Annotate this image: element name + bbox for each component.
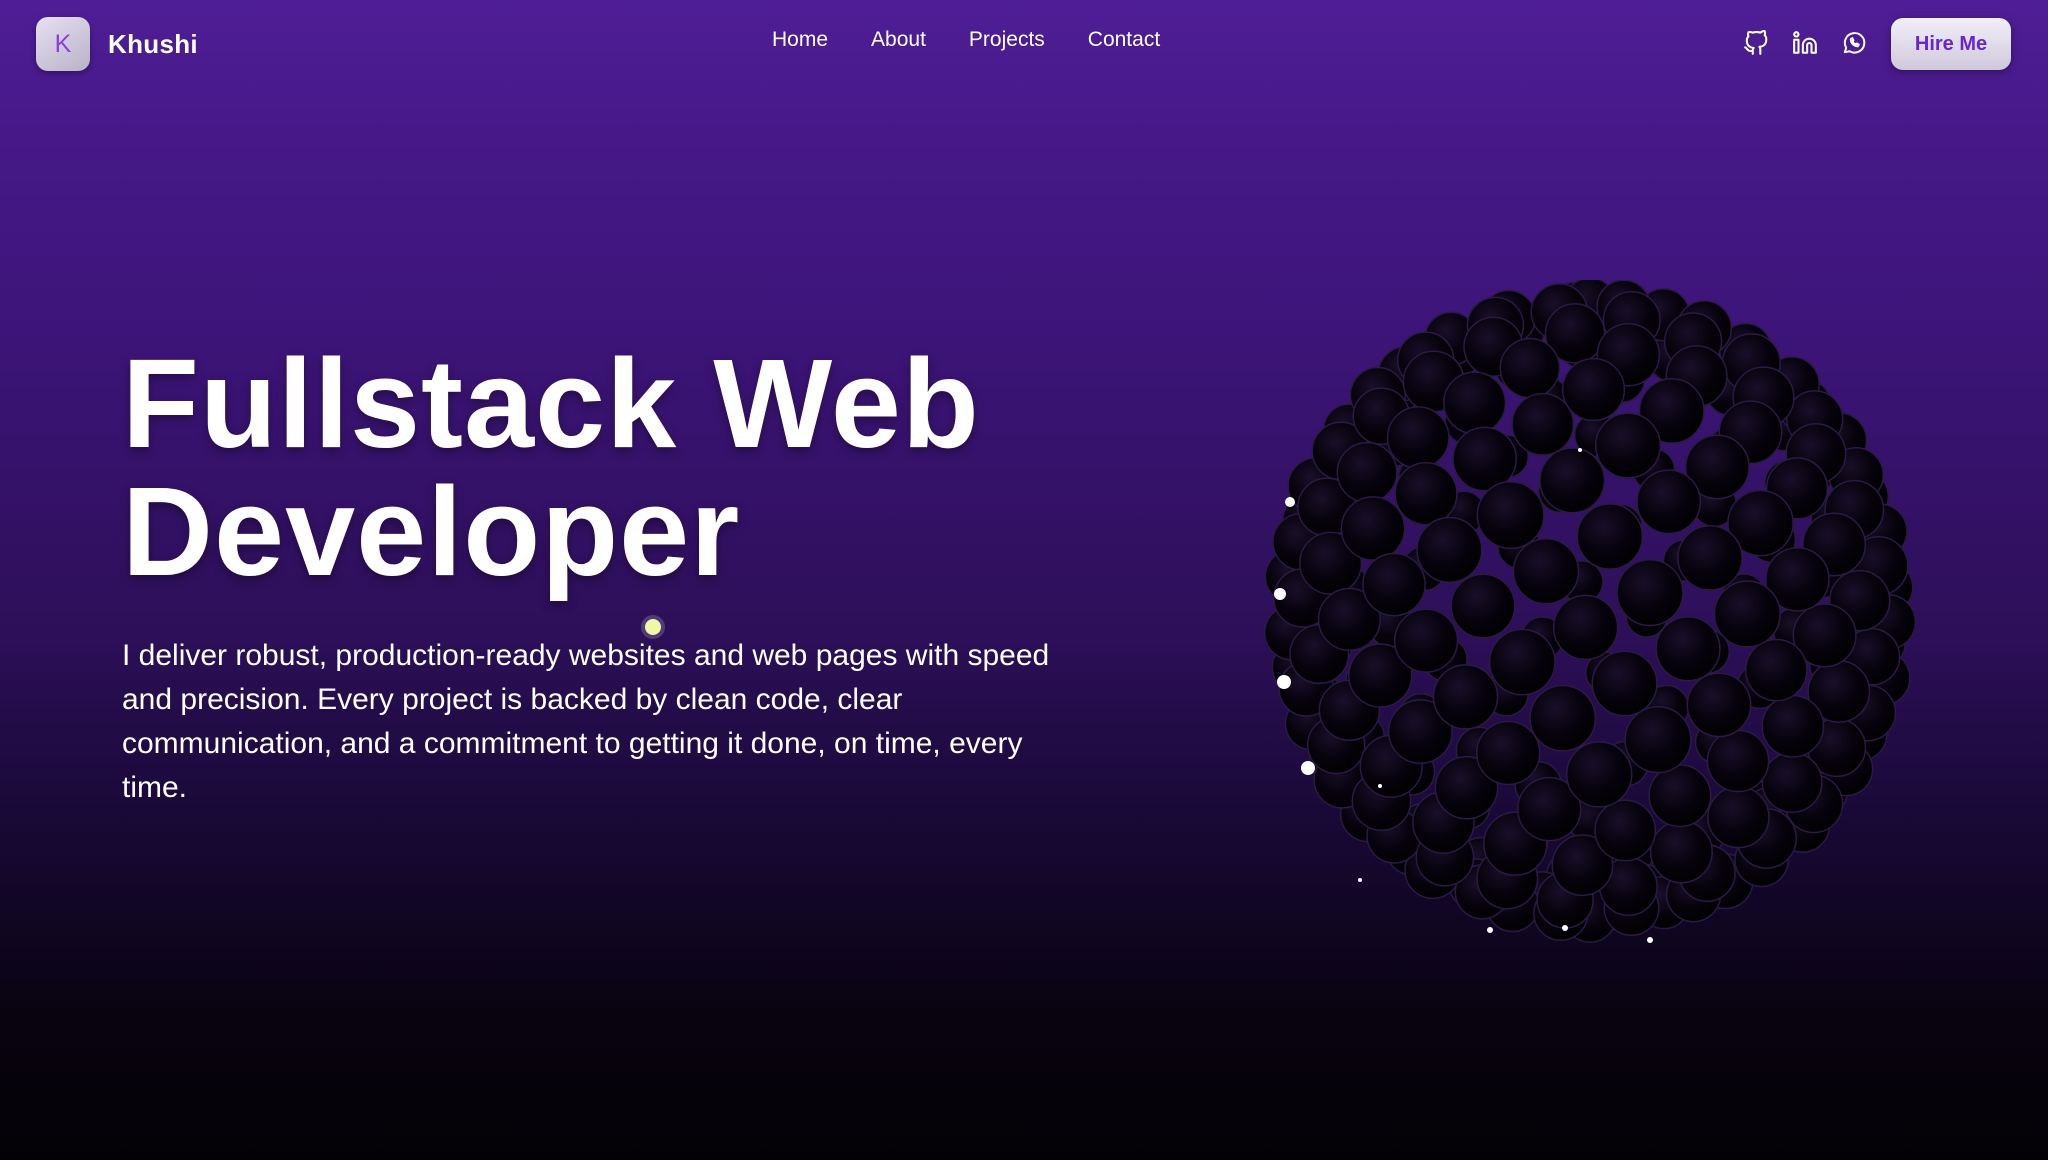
spark-particle [1274, 588, 1286, 600]
nav-link-projects[interactable]: Projects [969, 28, 1045, 52]
sphere-particle [1594, 799, 1657, 862]
spark-particle [1277, 675, 1291, 689]
spark-particle [1647, 937, 1653, 943]
particle-sphere [1263, 280, 1917, 943]
sphere-particle [1512, 537, 1580, 605]
sphere-particle [1475, 720, 1541, 786]
sphere-particle [1677, 525, 1743, 591]
spark-particle [1578, 448, 1582, 452]
linkedin-icon[interactable] [1791, 29, 1819, 57]
sphere-particle [1450, 573, 1516, 639]
nav-link-home[interactable]: Home [772, 28, 828, 52]
logo-badge: K [36, 17, 90, 71]
sphere-particle [1452, 426, 1517, 492]
main-menu: Home About Projects Contact [772, 28, 1160, 52]
sphere-particle [1443, 371, 1507, 435]
sphere-particle [1707, 785, 1770, 849]
hero-description: I deliver robust, production-ready websi… [122, 639, 1050, 804]
spark-particle [1378, 784, 1382, 788]
sphere-particle [1362, 552, 1426, 617]
sphere-particle [1539, 447, 1606, 514]
spark-particle [1285, 497, 1295, 507]
sphere-particle [1476, 481, 1545, 550]
hero-title-line-2: Developer [122, 461, 741, 602]
sphere-particle [1686, 672, 1752, 738]
github-icon[interactable] [1742, 29, 1770, 57]
whatsapp-icon[interactable] [1840, 29, 1868, 57]
sphere-particle [1616, 558, 1684, 627]
sphere-particle [1655, 616, 1721, 682]
sphere-particle [1594, 412, 1662, 479]
sphere-particle [1386, 406, 1450, 470]
sphere-particle [1591, 650, 1658, 717]
sphere-particle [1499, 337, 1561, 399]
nav-link-contact[interactable]: Contact [1088, 28, 1160, 52]
sphere-particle [1393, 608, 1459, 673]
sphere-particle [1648, 764, 1712, 828]
sphere-particle [1336, 441, 1398, 503]
sphere-particle [1394, 462, 1458, 526]
sphere-particle [1713, 580, 1781, 648]
sphere-particle [1649, 820, 1713, 884]
sphere-particle [1529, 684, 1597, 752]
sphere-particle [1744, 638, 1808, 702]
hero-title-line-1: Fullstack Web [122, 333, 980, 474]
sphere-particle [1552, 594, 1619, 661]
sphere-particle [1416, 516, 1483, 584]
hero-title: Fullstack Web Developer [122, 340, 1022, 596]
spark-particle [1487, 927, 1493, 933]
top-navigation: K Khushi Home About Projects Contact Hir… [0, 0, 2048, 90]
sphere-particle [1432, 664, 1499, 730]
sphere-particle [1565, 741, 1633, 808]
hire-me-button[interactable]: Hire Me [1891, 18, 2011, 70]
spark-particle [1358, 878, 1362, 882]
brand-logo[interactable]: K Khushi [36, 17, 198, 71]
social-links [1742, 29, 1868, 57]
sphere-particle [1488, 628, 1556, 696]
sphere-particle [1561, 357, 1626, 422]
nav-link-about[interactable]: About [871, 28, 926, 52]
sphere-particle [1761, 694, 1825, 758]
sphere-particle [1340, 496, 1406, 561]
sphere-particle [1761, 751, 1823, 813]
sphere-particle [1576, 503, 1644, 570]
spark-particle [1562, 925, 1568, 931]
cursor-dot [645, 619, 661, 635]
sphere-particle [1624, 705, 1692, 774]
sphere-particle [1511, 392, 1575, 456]
sphere-particle [1636, 469, 1702, 535]
brand-name: Khushi [108, 28, 198, 59]
spark-particle [1301, 761, 1315, 775]
sphere-particle [1706, 729, 1770, 793]
